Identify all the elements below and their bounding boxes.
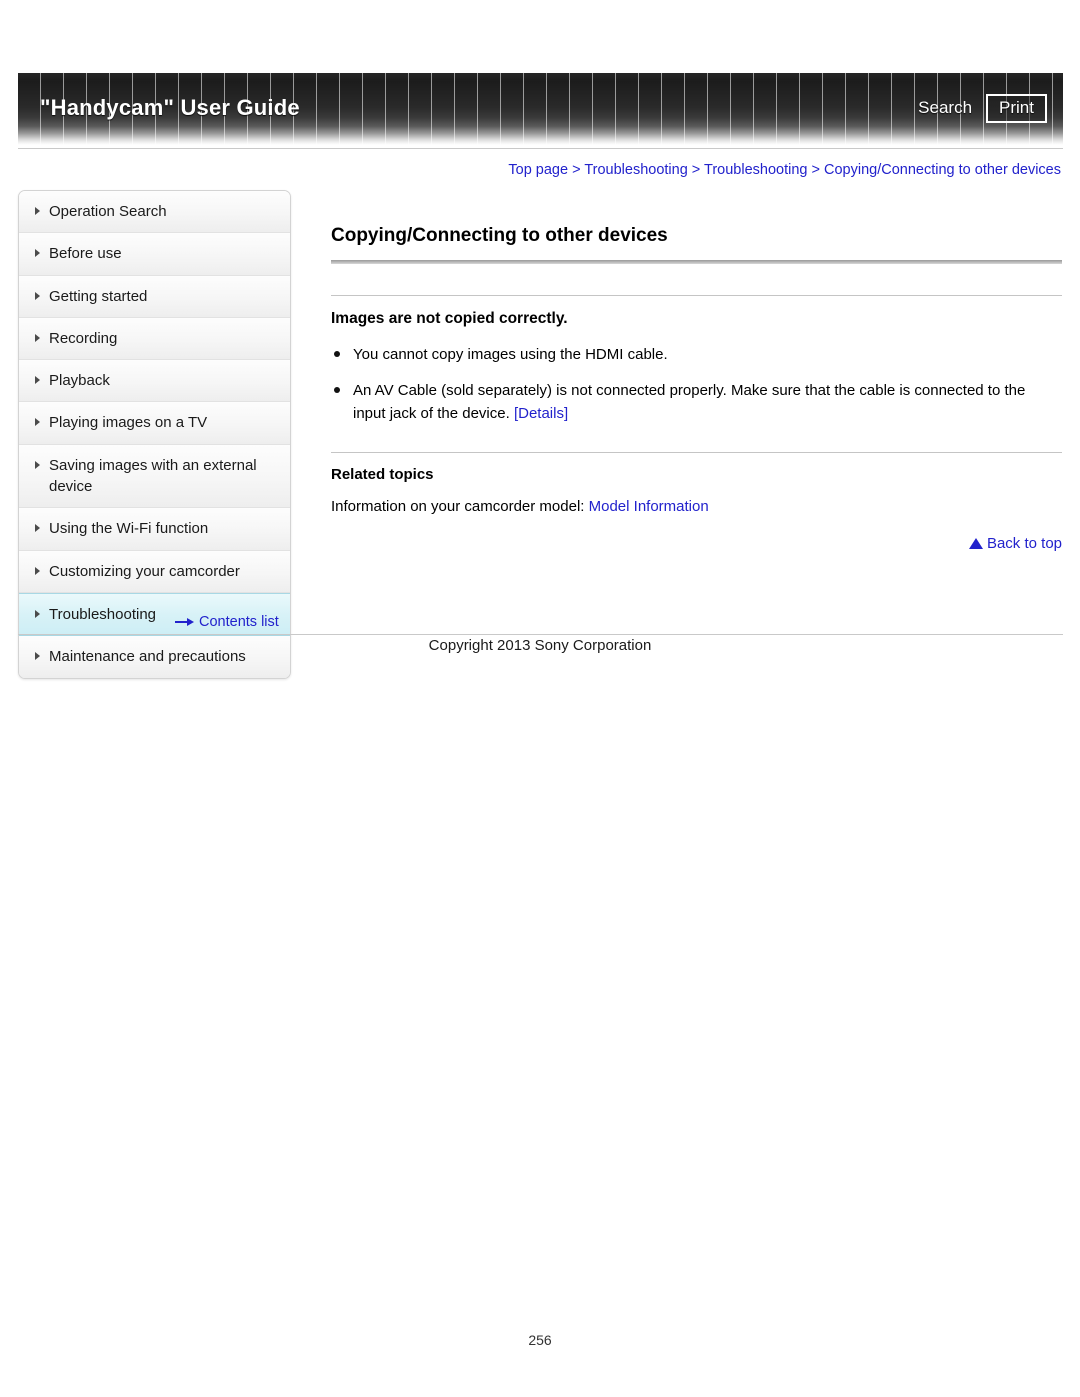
breadcrumb-separator: > — [691, 162, 705, 178]
chevron-right-icon — [35, 376, 40, 385]
sidebar-item-before-use[interactable]: Before use — [19, 233, 290, 276]
bullet-icon — [334, 350, 340, 357]
breadcrumb-item-troubleshooting-sub[interactable]: Troubleshooting — [704, 162, 807, 178]
list-item: You cannot copy images using the HDMI ca… — [331, 343, 1062, 366]
symptom-list: You cannot copy images using the HDMI ca… — [331, 343, 1062, 426]
header-divider — [18, 148, 1063, 149]
list-item: An AV Cable (sold separately) is not con… — [331, 379, 1062, 426]
copyright-text: Copyright 2013 Sony Corporation — [428, 637, 652, 654]
breadcrumb-separator: > — [572, 162, 585, 178]
chevron-right-icon — [35, 418, 40, 427]
back-to-top-label: Back to top — [986, 535, 1062, 553]
chevron-right-icon — [35, 609, 40, 618]
sidebar-item-label: Using the Wi-Fi function — [49, 520, 209, 538]
page-number: 256 — [528, 1332, 552, 1348]
footer-divider — [18, 634, 1063, 635]
breadcrumb-separator: > — [811, 162, 825, 178]
breadcrumb-item-top-page[interactable]: Top page — [508, 162, 568, 178]
triangle-up-icon — [968, 538, 983, 550]
chevron-right-icon — [35, 207, 40, 215]
sidebar-item-label: Operation Search — [49, 203, 167, 220]
sidebar-item-label: Troubleshooting — [49, 605, 157, 623]
sidebar-item-customizing-your-camcorder[interactable]: Customizing your camcorder — [19, 550, 290, 593]
details-link[interactable]: [Details] — [514, 405, 568, 422]
related-topics-line: Information on your camcorder model: Mod… — [331, 496, 1062, 519]
arrow-right-icon — [175, 617, 195, 627]
sidebar-item-label: Before use — [49, 245, 122, 263]
sidebar-item-label: Playing images on a TV — [49, 414, 208, 432]
related-topics-heading: Related topics — [331, 465, 434, 483]
app-header-banner: "Handycam" User Guide Search Print — [18, 73, 1063, 145]
sidebar-item-recording[interactable]: Recording — [19, 317, 290, 361]
section-subheading: Images are not copied correctly. — [331, 309, 568, 327]
search-button[interactable]: Search — [918, 98, 972, 118]
print-button[interactable]: Print — [986, 94, 1047, 123]
bullet-icon — [334, 387, 340, 394]
sidebar-item-operation-search[interactable]: Operation Search — [19, 191, 290, 234]
contents-list-link[interactable]: Contents list — [175, 614, 279, 630]
sidebar-item-label: Saving images with an external device — [49, 456, 257, 496]
chevron-right-icon — [35, 524, 40, 533]
sidebar-item-label: Playback — [49, 372, 110, 390]
chevron-right-icon — [35, 333, 40, 342]
chevron-right-icon — [35, 291, 40, 300]
sidebar-navigation: Operation Search Before use Getting star… — [18, 190, 291, 679]
section-divider-thin — [331, 294, 1062, 296]
sidebar-item-saving-images-external-device[interactable]: Saving images with an external device — [19, 444, 290, 509]
sidebar-item-playback[interactable]: Playback — [19, 360, 290, 403]
list-item-text: An AV Cable (sold separately) is not con… — [353, 382, 1026, 423]
sidebar-item-label: Getting started — [49, 287, 148, 305]
main-content: Copying/Connecting to other devices Imag… — [331, 224, 1062, 552]
breadcrumb-item-current[interactable]: Copying/Connecting to other devices — [824, 162, 1061, 178]
back-to-top-link[interactable]: Back to top — [331, 535, 1062, 552]
related-divider-thin — [331, 451, 1062, 453]
breadcrumb-item-troubleshooting[interactable]: Troubleshooting — [584, 162, 687, 178]
sidebar-item-label: Customizing your camcorder — [49, 562, 240, 580]
sidebar-item-playing-images-on-a-tv[interactable]: Playing images on a TV — [19, 402, 290, 445]
chevron-right-icon — [35, 566, 40, 575]
page-title: Copying/Connecting to other devices — [331, 225, 668, 246]
header-actions: Search Print — [918, 94, 1047, 123]
breadcrumb: Top page > Troubleshooting > Troubleshoo… — [508, 162, 1061, 178]
model-information-link[interactable]: Model Information — [589, 498, 709, 515]
related-topics-text: Information on your camcorder model: — [331, 497, 589, 515]
sidebar-item-using-the-wifi-function[interactable]: Using the Wi-Fi function — [19, 508, 290, 551]
sidebar-item-getting-started[interactable]: Getting started — [19, 275, 290, 318]
chevron-right-icon — [35, 249, 40, 258]
sidebar-item-label: Recording — [49, 329, 118, 347]
page-brand-title: "Handycam" User Guide — [40, 95, 300, 120]
contents-list-label: Contents list — [199, 614, 279, 630]
list-item-text: You cannot copy images using the HDMI ca… — [353, 345, 668, 363]
chevron-right-icon — [35, 460, 40, 469]
